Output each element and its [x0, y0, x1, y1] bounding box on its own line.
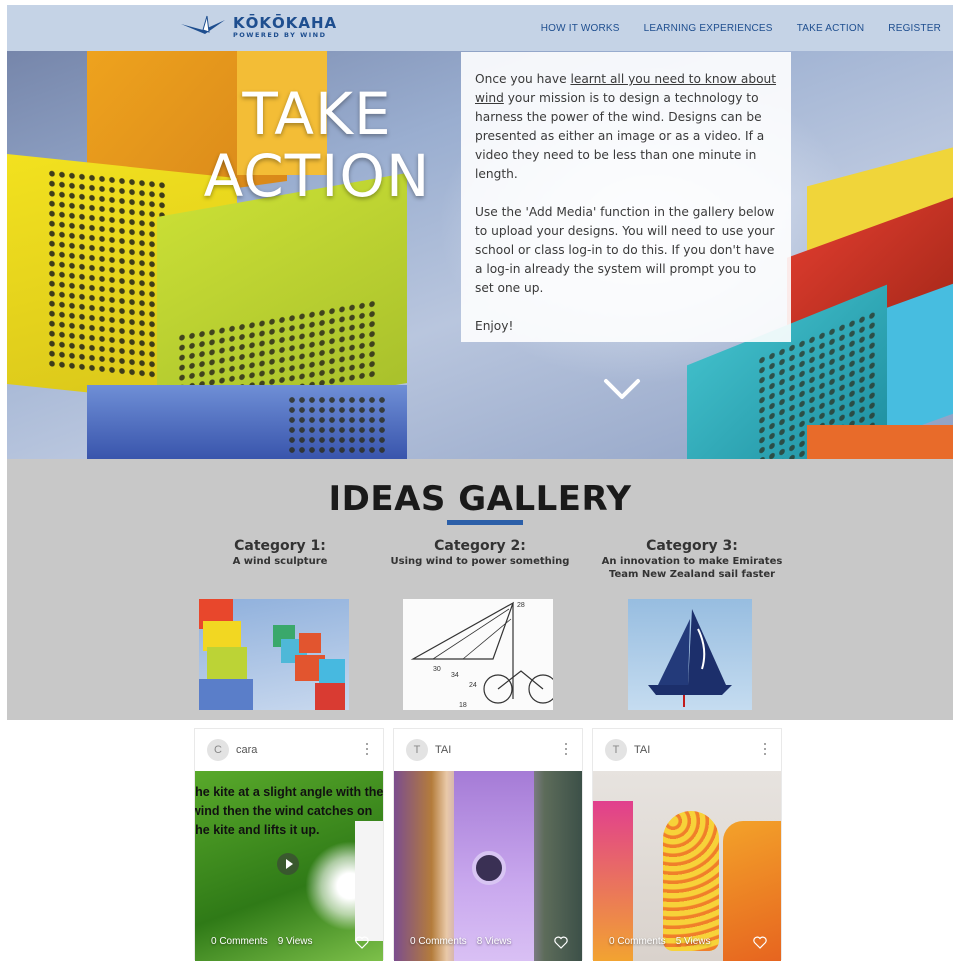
- author-name[interactable]: TAI: [634, 744, 650, 756]
- category-subtitle: An innovation to make Emirates Team New …: [601, 556, 783, 580]
- info-box: Once you have learnt all you need to kno…: [461, 52, 791, 342]
- post-card[interactable]: C cara the kite at a slight angle with t…: [194, 728, 384, 961]
- main-nav: HOW IT WORKS LEARNING EXPERIENCES TAKE A…: [541, 23, 941, 34]
- avatar[interactable]: T: [406, 739, 428, 761]
- site-header: KŌKŌKAHA POWERED BY WIND HOW IT WORKS LE…: [7, 5, 953, 51]
- svg-text:18: 18: [459, 702, 467, 709]
- owl-eye-drawing: [472, 851, 506, 885]
- category-1: Category 1: A wind sculpture: [195, 538, 365, 568]
- category-3-image[interactable]: [628, 599, 752, 710]
- category-2: Category 2: Using wind to power somethin…: [385, 538, 575, 568]
- logo-tagline: POWERED BY WIND: [233, 30, 327, 39]
- post-image[interactable]: 0 Comments 5 Views: [593, 771, 781, 961]
- heart-icon[interactable]: [355, 936, 369, 949]
- author-name[interactable]: TAI: [435, 744, 451, 756]
- post-card[interactable]: T TAI 0 Comments 5 Views: [592, 728, 782, 961]
- card-stats: 0 Comments 5 Views: [593, 936, 781, 949]
- post-video[interactable]: the kite at a slight angle with the wind…: [195, 771, 383, 961]
- post-image[interactable]: 0 Comments 8 Views: [394, 771, 582, 961]
- ideas-gallery: IDEAS GALLERY Category 1: A wind sculptu…: [7, 459, 953, 720]
- avatar[interactable]: C: [207, 739, 229, 761]
- info-paragraph-2: Use the 'Add Media' function in the gall…: [475, 205, 775, 295]
- card-header: T TAI: [593, 729, 781, 771]
- info-paragraph-3: Enjoy!: [475, 319, 514, 333]
- nav-how-it-works[interactable]: HOW IT WORKS: [541, 23, 620, 34]
- card-stats: 0 Comments 8 Views: [394, 936, 582, 949]
- comment-count[interactable]: 0 Comments: [410, 936, 467, 947]
- hero-title-line1: TAKE: [242, 80, 392, 148]
- category-title: Category 3:: [646, 538, 738, 554]
- play-icon[interactable]: [277, 853, 299, 875]
- more-vertical-icon[interactable]: [763, 743, 767, 757]
- blue-cube: [87, 385, 407, 459]
- more-vertical-icon[interactable]: [365, 743, 369, 757]
- hero-title: TAKE ACTION: [187, 83, 447, 207]
- view-count: 9 Views: [277, 936, 313, 947]
- logo-bird-icon: [181, 15, 225, 34]
- category-1-image[interactable]: [199, 599, 349, 710]
- author-name[interactable]: cara: [236, 744, 257, 756]
- gallery-title: IDEAS GALLERY: [328, 479, 632, 519]
- view-count: 8 Views: [476, 936, 512, 947]
- nav-register[interactable]: REGISTER: [888, 23, 941, 34]
- more-vertical-icon[interactable]: [564, 743, 568, 757]
- corn-sculpture: [663, 811, 719, 951]
- logo[interactable]: KŌKŌKAHA POWERED BY WIND: [179, 14, 337, 40]
- category-3: Category 3: An innovation to make Emirat…: [597, 538, 787, 581]
- post-card[interactable]: T TAI 0 Comments 8 Views: [393, 728, 583, 961]
- hero-title-line2: ACTION: [203, 142, 431, 210]
- comment-count[interactable]: 0 Comments: [609, 936, 666, 947]
- orange-cube-bottom: [807, 425, 953, 459]
- diagram-inset: [355, 821, 383, 941]
- card-stats: 0 Comments 9 Views: [195, 936, 383, 949]
- avatar[interactable]: T: [605, 739, 627, 761]
- view-count: 5 Views: [675, 936, 711, 947]
- category-subtitle: Using wind to power something: [390, 556, 570, 567]
- svg-text:30: 30: [433, 666, 441, 673]
- comment-count[interactable]: 0 Comments: [211, 936, 268, 947]
- category-subtitle: A wind sculpture: [232, 556, 328, 567]
- svg-text:24: 24: [469, 682, 477, 689]
- svg-text:28: 28: [517, 602, 525, 609]
- card-header: T TAI: [394, 729, 582, 771]
- heart-icon[interactable]: [753, 936, 767, 949]
- chevron-down-icon[interactable]: [602, 375, 642, 403]
- category-title: Category 2:: [434, 538, 526, 554]
- nav-learning-experiences[interactable]: LEARNING EXPERIENCES: [644, 23, 773, 34]
- svg-text:34: 34: [451, 672, 459, 679]
- info-paragraph-1: Once you have learnt all you need to kno…: [475, 72, 777, 181]
- nav-take-action[interactable]: TAKE ACTION: [797, 23, 865, 34]
- category-2-image[interactable]: 28 30 34 24 18: [403, 599, 553, 710]
- title-underline: [447, 520, 523, 525]
- hero-banner: TAKE ACTION Once you have learnt all you…: [7, 5, 953, 459]
- card-header: C cara: [195, 729, 383, 771]
- logo-name: KŌKŌKAHA: [233, 13, 338, 32]
- category-title: Category 1:: [234, 538, 326, 554]
- heart-icon[interactable]: [554, 936, 568, 949]
